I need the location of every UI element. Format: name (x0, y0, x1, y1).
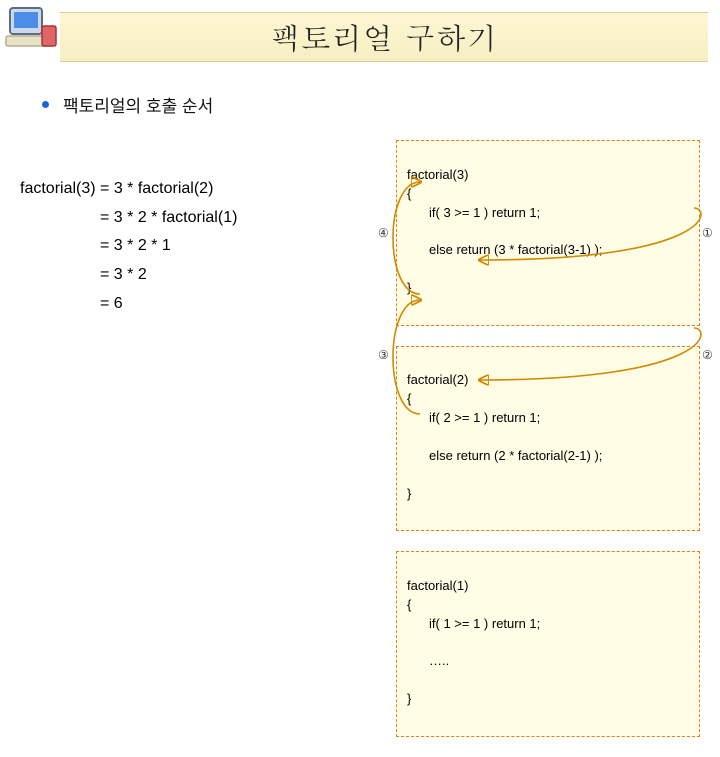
expansion-line: = 3 * 2 * factorial(1) (20, 209, 237, 226)
code-line: { (407, 597, 411, 612)
expansion-line: = 6 (20, 295, 123, 312)
code-box-factorial-3: factorial(3) { if( 3 >= 1 ) return 1; el… (396, 140, 700, 326)
code-line: { (407, 186, 411, 201)
step-marker-4: ④ (378, 226, 389, 240)
subtitle-text: 팩토리얼의 호출 순서 (63, 92, 213, 117)
code-line: factorial(3) (407, 167, 468, 182)
slide-title-bar: 팩토리얼 구하기 (60, 12, 708, 62)
code-line: if( 1 >= 1 ) return 1; (407, 615, 689, 634)
code-line: factorial(2) (407, 372, 468, 387)
factorial-expansion: factorial(3) = 3 * factorial(2) = 3 * 2 … (20, 146, 237, 319)
step-marker-3: ③ (378, 348, 389, 362)
code-line: else return (3 * factorial(3-1) ); (407, 241, 689, 260)
code-line: } (407, 486, 411, 501)
code-box-factorial-1: factorial(1) { if( 1 >= 1 ) return 1; ….… (396, 551, 700, 737)
step-marker-1: ① (702, 226, 713, 240)
code-line: ….. (407, 652, 689, 671)
code-line: { (407, 391, 411, 406)
code-line: } (407, 691, 411, 706)
code-box-factorial-2: factorial(2) { if( 2 >= 1 ) return 1; el… (396, 346, 700, 532)
step-marker-2: ② (702, 348, 713, 362)
code-line: } (407, 280, 411, 295)
code-line: if( 2 >= 1 ) return 1; (407, 409, 689, 428)
subtitle-row: 팩토리얼의 호출 순서 (42, 92, 213, 117)
code-boxes-column: factorial(3) { if( 3 >= 1 ) return 1; el… (396, 140, 700, 757)
computer-icon (4, 4, 60, 56)
code-line: factorial(1) (407, 578, 468, 593)
slide-title: 팩토리얼 구하기 (270, 16, 498, 58)
bullet-icon (42, 101, 49, 108)
code-line: else return (2 * factorial(2-1) ); (407, 447, 689, 466)
expansion-line: = 3 * 2 * 1 (20, 237, 171, 254)
expansion-line: = 3 * 2 (20, 266, 147, 283)
code-line: if( 3 >= 1 ) return 1; (407, 204, 689, 223)
expansion-line: factorial(3) = 3 * factorial(2) (20, 180, 213, 197)
